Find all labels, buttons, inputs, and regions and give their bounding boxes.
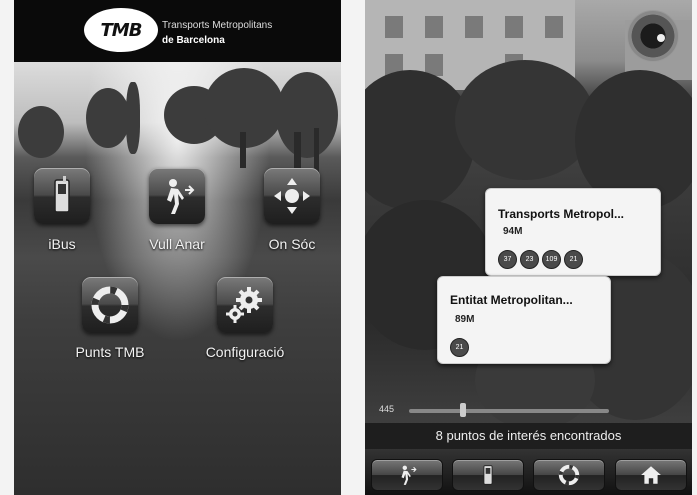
- range-slider-thumb[interactable]: [460, 403, 466, 417]
- vull-anar-button[interactable]: [149, 168, 205, 224]
- tmb-home-screen: TMB Transports Metropolitans de Barcelon…: [14, 0, 341, 495]
- bus-line-badge: 23: [520, 250, 539, 269]
- home-button[interactable]: [615, 459, 687, 491]
- configuracio-label: Configuració: [205, 344, 285, 360]
- bottom-toolbar: [365, 449, 692, 495]
- walk-mode-button[interactable]: [371, 459, 443, 491]
- park-background: [14, 62, 341, 495]
- vull-anar-label: Vull Anar: [149, 236, 205, 252]
- poi-count-status: 8 puntos de interés encontrados: [365, 423, 692, 449]
- header-line-2: de Barcelona: [162, 35, 225, 46]
- poi-title: Transports Metropol...: [498, 207, 625, 221]
- walking-person-icon: [401, 465, 417, 485]
- radar-dot: [657, 34, 665, 42]
- punts-tmb-label: Punts TMB: [75, 344, 145, 360]
- poi-title: Entitat Metropolitan...: [450, 293, 573, 307]
- poi-card[interactable]: Entitat Metropolitan... 89M 21: [437, 276, 611, 364]
- home-icon: [641, 466, 661, 484]
- punts-tab-button[interactable]: [533, 459, 605, 491]
- walking-person-icon: [167, 179, 195, 214]
- poi-distance: 89M: [455, 314, 475, 325]
- range-slider[interactable]: [409, 409, 609, 413]
- ibus-label: iBus: [48, 236, 76, 252]
- phone-icon: [54, 176, 70, 213]
- on-soc-button[interactable]: [264, 168, 320, 224]
- bus-line-badge: 37: [498, 250, 517, 269]
- radar-compass[interactable]: [627, 10, 679, 62]
- poi-distance: 94M: [503, 226, 523, 237]
- configuracio-button[interactable]: [217, 277, 273, 333]
- on-soc-label: On Sóc: [268, 236, 316, 252]
- bus-line-badge: 109: [542, 250, 561, 269]
- bus-line-badge: 21: [450, 338, 469, 357]
- header-line-1: Transports Metropolitans: [162, 20, 273, 31]
- direction-pad-icon: [274, 178, 310, 214]
- tmb-logo: TMB: [84, 8, 158, 52]
- range-value: 445: [379, 404, 395, 414]
- ibus-button[interactable]: [34, 168, 90, 224]
- app-header: TMB Transports Metropolitans de Barcelon…: [14, 0, 341, 62]
- poi-card[interactable]: Transports Metropol... 94M 37 23 109 21: [485, 188, 661, 276]
- bus-line-badge: 21: [564, 250, 583, 269]
- ibus-tab-button[interactable]: [452, 459, 524, 491]
- ar-view-screen: Transports Metropol... 94M 37 23 109 21 …: [365, 0, 692, 495]
- phone-icon: [483, 465, 493, 485]
- gears-icon: [226, 287, 262, 323]
- punts-tmb-button[interactable]: [82, 277, 138, 333]
- lifebuoy-icon: [91, 286, 129, 324]
- lifebuoy-icon: [558, 464, 580, 486]
